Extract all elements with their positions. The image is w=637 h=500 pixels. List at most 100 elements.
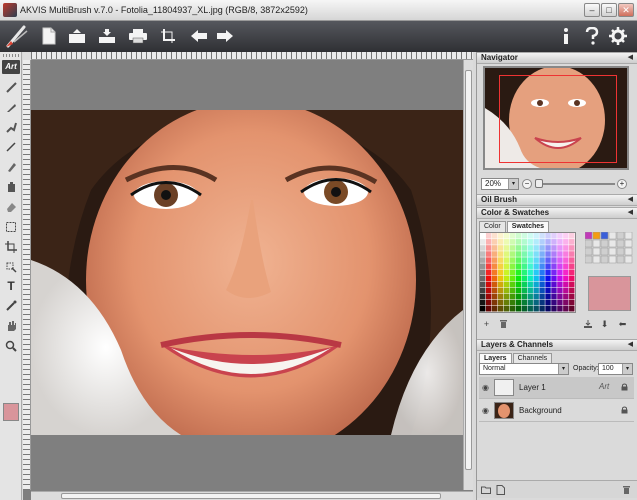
swatch-cell[interactable] [563,275,569,282]
swatch-cell[interactable] [485,233,492,239]
save-swatches-icon[interactable]: ⬇ [599,319,610,330]
swatch-cell[interactable] [527,281,533,288]
new-layer-icon[interactable] [495,485,505,495]
recent-swatch[interactable] [624,247,633,256]
swatch-cell[interactable] [527,299,533,306]
swatch-cell[interactable] [569,287,575,294]
panel-grip[interactable] [3,54,19,57]
swatch-cell[interactable] [539,239,545,245]
swatch-cell[interactable] [503,281,510,288]
swatch-cell[interactable] [533,269,539,276]
swatch-cell[interactable] [551,299,557,306]
swatch-cell[interactable] [509,305,516,312]
swatch-cell[interactable] [527,245,533,251]
swatch-cell[interactable] [557,245,563,251]
crop-icon[interactable] [157,25,179,47]
swatch-cell[interactable] [491,233,498,239]
recent-swatch[interactable] [592,255,601,264]
swatch-cell[interactable] [521,281,527,288]
navigator-preview[interactable] [483,66,629,170]
swatch-cell[interactable] [515,233,522,239]
oil-brush-header[interactable]: Oil Brush ◀ [477,194,637,206]
swatch-cell[interactable] [515,293,522,300]
swatch-cell[interactable] [480,293,486,300]
recent-swatch[interactable] [584,247,593,256]
visibility-eye-icon[interactable]: ◉ [482,406,491,415]
swatch-cell[interactable] [545,293,551,300]
swatch-cell[interactable] [509,233,516,239]
new-group-icon[interactable] [481,485,491,495]
swatch-cell[interactable] [480,299,486,306]
swatch-cell[interactable] [527,233,533,239]
swatch-cell[interactable] [527,305,533,312]
recent-swatch[interactable] [608,247,617,256]
recent-swatch[interactable] [584,231,593,240]
maximize-button[interactable]: □ [601,3,617,17]
swatch-cell[interactable] [569,263,575,269]
swatch-cell[interactable] [480,239,486,245]
swatch-cell[interactable] [491,239,498,245]
recent-swatch[interactable] [624,239,633,248]
swatch-cell[interactable] [515,239,522,245]
swatch-cell[interactable] [485,275,492,282]
swatch-cell[interactable] [533,305,539,312]
swatch-cell[interactable] [563,239,569,245]
text-tool-icon[interactable]: T [3,278,19,294]
swatch-cell[interactable] [557,305,563,312]
save-icon[interactable] [96,25,118,47]
visibility-eye-icon[interactable]: ◉ [482,383,491,392]
swatch-cell[interactable] [491,269,498,276]
swatch-cell[interactable] [485,305,492,312]
swatch-cell[interactable] [527,269,533,276]
swatch-cell[interactable] [515,263,522,269]
swatch-cell[interactable] [527,287,533,294]
swatch-cell[interactable] [569,245,575,251]
swatch-cell[interactable] [503,275,510,282]
layer-row[interactable]: ◉ Layer 1 Art [479,377,634,399]
swatch-cell[interactable] [569,293,575,300]
swatch-cell[interactable] [485,239,492,245]
swatch-cell[interactable] [551,257,557,263]
swatch-cell[interactable] [569,281,575,288]
swatch-cell[interactable] [551,305,557,312]
zoom-in-button[interactable]: + [617,179,627,189]
blend-mode-select[interactable]: Normal ▾ [479,363,569,375]
swatch-cell[interactable] [539,269,545,276]
swatch-cell[interactable] [563,233,569,239]
zoom-select[interactable]: 20% ▾ [481,178,519,190]
eraser-icon[interactable] [3,199,19,215]
swatch-cell[interactable] [533,263,539,269]
recent-swatches[interactable] [584,231,633,272]
swatch-cell[interactable] [491,305,498,312]
swatch-cell[interactable] [497,233,504,239]
swatch-cell[interactable] [539,251,545,257]
swatch-cell[interactable] [551,251,557,257]
collapse-arrow-icon[interactable]: ◀ [628,195,633,205]
swatch-cell[interactable] [545,245,551,251]
crop-tool-icon[interactable] [3,239,19,255]
brush-icon[interactable] [3,79,19,95]
swatch-cell[interactable] [551,275,557,282]
swatch-cell[interactable] [480,257,486,263]
swatch-cell[interactable] [569,251,575,257]
swatch-cell[interactable] [551,281,557,288]
swatch-cell[interactable] [509,251,516,257]
recent-swatch[interactable] [616,247,625,256]
swatch-cell[interactable] [545,275,551,282]
swatch-cell[interactable] [527,293,533,300]
recent-swatch[interactable] [592,231,601,240]
tab-swatches[interactable]: Swatches [506,221,550,232]
swatch-cell[interactable] [539,275,545,282]
swatch-cell[interactable] [480,245,486,251]
swatch-cell[interactable] [539,245,545,251]
navigator-header[interactable]: Navigator ◀ [477,52,637,64]
swatch-cell[interactable] [545,257,551,263]
swatch-cell[interactable] [533,275,539,282]
swatch-cell[interactable] [545,233,551,239]
recent-swatch[interactable] [600,231,609,240]
canvas-area[interactable] [23,52,473,500]
swatch-cell[interactable] [497,299,504,306]
swatch-cell[interactable] [527,263,533,269]
swatch-cell[interactable] [527,251,533,257]
swatch-cell[interactable] [485,251,492,257]
